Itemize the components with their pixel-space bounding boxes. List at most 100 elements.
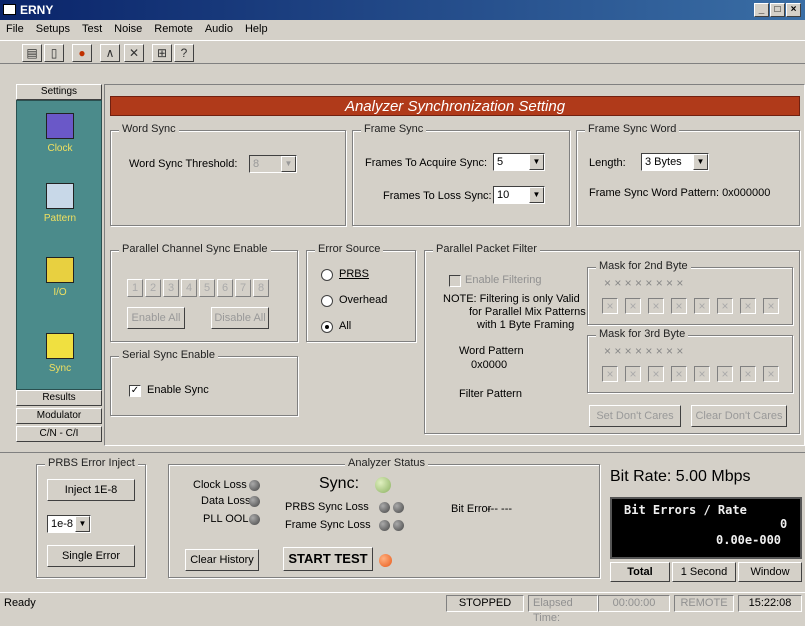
word-sync-threshold-select[interactable]: 8 ▼ <box>249 155 297 173</box>
remote-indicator: REMOTE <box>674 595 734 612</box>
document-icon[interactable]: ▯ <box>44 44 64 62</box>
group-legend: Serial Sync Enable <box>119 349 218 361</box>
pll-ool-led <box>249 514 260 525</box>
sidebar-item-io[interactable]: I/O <box>17 257 103 298</box>
menu-file[interactable]: File <box>0 20 30 35</box>
clear-dont-cares-button[interactable]: Clear Don't Cares <box>691 405 787 427</box>
error-rate-select[interactable]: 1e-8 ▼ <box>47 515 91 533</box>
disable-all-button[interactable]: Disable All <box>211 307 269 329</box>
group-legend: PRBS Error Inject <box>45 457 138 469</box>
radio-prbs[interactable] <box>321 269 333 281</box>
menu-setups[interactable]: Setups <box>30 20 76 35</box>
bit-errors-lcd: Bit Errors / Rate 0 0.00e-000 <box>610 497 802 559</box>
mask-bit-button[interactable]: × <box>602 298 618 314</box>
enable-all-button[interactable]: Enable All <box>127 307 185 329</box>
chevron-down-icon: ▼ <box>529 154 544 170</box>
radio-all[interactable] <box>321 321 333 333</box>
channel-button-4[interactable]: 4 <box>181 279 197 297</box>
mask-bit-indicator: × × × × × × × × <box>604 344 684 358</box>
mask-bit-button[interactable]: × <box>625 298 641 314</box>
sidebar-tab-modulator[interactable]: Modulator <box>16 408 102 424</box>
set-dont-cares-button[interactable]: Set Don't Cares <box>589 405 681 427</box>
minimize-button[interactable]: _ <box>754 3 769 17</box>
maximize-button[interactable]: □ <box>770 3 785 17</box>
mask-bit-button[interactable]: × <box>694 366 710 382</box>
mask-bit-button[interactable]: × <box>694 298 710 314</box>
mask-bit-button[interactable]: × <box>671 298 687 314</box>
group-legend: Frame Sync Word <box>585 123 680 135</box>
sidebar: Settings Clock Pattern I/O Sync Results … <box>16 84 102 446</box>
tab-total[interactable]: Total <box>610 562 670 582</box>
prbs-error-inject-group: PRBS Error Inject Inject 1E-8 1e-8 ▼ Sing… <box>36 457 146 578</box>
length-select[interactable]: 3 Bytes ▼ <box>641 153 709 171</box>
mask-bit-button[interactable]: × <box>740 298 756 314</box>
mask-bit-button[interactable]: × <box>625 366 641 382</box>
word-sync-threshold-label: Word Sync Threshold: <box>129 158 238 170</box>
menu-audio[interactable]: Audio <box>199 20 239 35</box>
menu-help[interactable]: Help <box>239 20 274 35</box>
status-text: Ready <box>4 597 36 609</box>
probe-icon[interactable]: ● <box>72 44 92 62</box>
menu-test[interactable]: Test <box>76 20 108 35</box>
sidebar-tab-settings[interactable]: Settings <box>16 84 102 100</box>
inject-error-button[interactable]: Inject 1E-8 <box>47 479 135 501</box>
start-test-button[interactable]: START TEST <box>283 547 373 571</box>
menu-noise[interactable]: Noise <box>108 20 148 35</box>
radio-prbs-label: PRBS <box>339 268 369 280</box>
channel-button-5[interactable]: 5 <box>199 279 215 297</box>
sidebar-tab-cn-ci[interactable]: C/N - C/I <box>16 426 102 442</box>
sidebar-item-sync[interactable]: Sync <box>17 333 103 374</box>
sidebar-item-clock[interactable]: Clock <box>17 113 103 154</box>
mask-bit-button[interactable]: × <box>740 366 756 382</box>
mask-bit-button[interactable]: × <box>602 366 618 382</box>
enable-filtering-checkbox[interactable] <box>449 275 461 287</box>
mask-bit-button[interactable]: × <box>648 298 664 314</box>
channel-button-1[interactable]: 1 <box>127 279 143 297</box>
channel-button-6[interactable]: 6 <box>217 279 233 297</box>
channel-button-2[interactable]: 2 <box>145 279 161 297</box>
mask-bit-button[interactable]: × <box>717 298 733 314</box>
group-legend: Word Sync <box>119 123 179 135</box>
clear-history-button[interactable]: Clear History <box>185 549 259 571</box>
title-bar: ERNY _ □ × <box>0 0 805 20</box>
mask-bit-button[interactable]: × <box>763 298 779 314</box>
lcd-error-count: 0 <box>780 517 788 531</box>
single-error-button[interactable]: Single Error <box>47 545 135 567</box>
tab-1-second[interactable]: 1 Second <box>672 562 736 582</box>
channel-button-8[interactable]: 8 <box>253 279 269 297</box>
mask-bit-button[interactable]: × <box>671 366 687 382</box>
elapsed-time-label: Elapsed Time: <box>528 595 598 624</box>
test-running-led <box>379 554 392 567</box>
channel-button-7[interactable]: 7 <box>235 279 251 297</box>
prbs-sync-loss-label: PRBS Sync Loss <box>285 501 369 513</box>
enable-sync-checkbox[interactable]: ✓ <box>129 385 141 397</box>
radio-all-label: All <box>339 320 352 332</box>
tab-window[interactable]: Window <box>738 562 802 582</box>
serial-sync-group: Serial Sync Enable ✓ Enable Sync <box>110 349 298 416</box>
frames-to-loss-select[interactable]: 10 ▼ <box>493 186 545 204</box>
scatter-icon[interactable]: ✕ <box>124 44 144 62</box>
group-legend: Analyzer Status <box>345 457 429 469</box>
data-loss-led <box>249 496 260 507</box>
mask-bit-button[interactable]: × <box>717 366 733 382</box>
waveform-icon[interactable]: ∧ <box>100 44 120 62</box>
sidebar-item-pattern[interactable]: Pattern <box>17 183 103 224</box>
frames-to-acquire-select[interactable]: 5 ▼ <box>493 153 545 171</box>
bit-error-value: --- --- <box>487 503 513 515</box>
app-icon <box>3 4 16 15</box>
channel-button-3[interactable]: 3 <box>163 279 179 297</box>
analyzer-status-group: Analyzer Status Clock Loss Data Loss PLL… <box>168 457 600 578</box>
mask-bit-button[interactable]: × <box>648 366 664 382</box>
radio-overhead[interactable] <box>321 295 333 307</box>
prbs-sync-loss-led-1 <box>379 502 390 513</box>
close-button[interactable]: × <box>786 3 801 17</box>
menu-remote[interactable]: Remote <box>148 20 199 35</box>
help-icon[interactable]: ? <box>174 44 194 62</box>
frame-sync-loss-label: Frame Sync Loss <box>285 519 371 531</box>
mask-bit-button[interactable]: × <box>763 366 779 382</box>
chevron-down-icon: ▼ <box>75 516 90 532</box>
save-icon[interactable]: ▤ <box>22 44 42 62</box>
mask-3rd-byte-group: Mask for 3rd Byte × × × × × × × × × × × … <box>587 328 793 393</box>
grid-icon[interactable]: ⊞ <box>152 44 172 62</box>
sidebar-tab-results[interactable]: Results <box>16 390 102 406</box>
